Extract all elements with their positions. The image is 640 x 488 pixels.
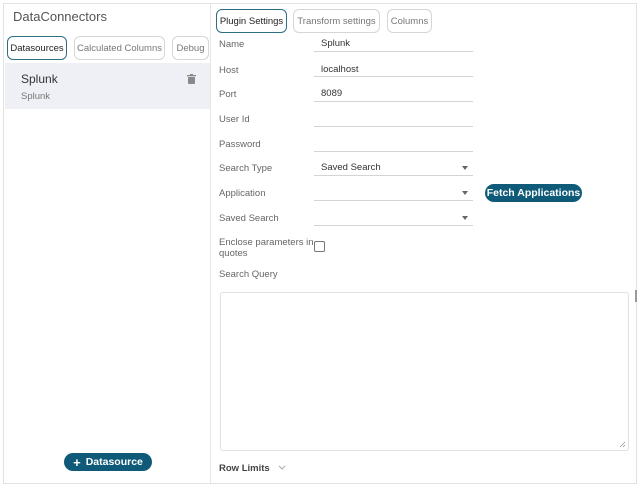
search-query-textarea[interactable]	[220, 292, 629, 451]
tab-columns[interactable]: Columns	[387, 9, 432, 33]
tab-transform-settings[interactable]: Transform settings	[293, 9, 380, 33]
name-input[interactable]	[314, 51, 473, 52]
add-datasource-button[interactable]: + Datasource	[64, 453, 152, 471]
trash-icon[interactable]	[187, 74, 196, 84]
chevron-down-icon[interactable]	[462, 191, 468, 195]
user-id-label: User Id	[219, 114, 250, 125]
password-label: Password	[219, 139, 261, 150]
enclose-label-line1: Enclose parameters in	[219, 237, 314, 248]
host-input[interactable]	[314, 76, 473, 77]
host-label: Host	[219, 65, 239, 76]
scrollbar[interactable]	[635, 290, 637, 302]
user-id-input[interactable]	[314, 126, 473, 127]
chevron-down-icon[interactable]	[462, 166, 468, 170]
plus-icon: +	[73, 454, 81, 470]
tab-plugin-settings[interactable]: Plugin Settings	[216, 9, 287, 33]
name-label: Name	[219, 39, 245, 50]
saved-search-label: Saved Search	[219, 213, 279, 224]
port-value: 8089	[321, 88, 343, 99]
datasource-type: Splunk	[21, 91, 51, 102]
enclose-parameters-checkbox[interactable]	[314, 241, 325, 252]
fetch-applications-button[interactable]: Fetch Applications	[485, 184, 582, 202]
chevron-down-icon[interactable]	[278, 465, 286, 471]
name-value: Splunk	[321, 38, 351, 49]
port-input[interactable]	[314, 101, 473, 102]
search-type-value: Saved Search	[321, 162, 381, 173]
search-query-label: Search Query	[219, 269, 278, 280]
enclose-label-line2: quotes	[219, 248, 248, 259]
datasource-name: Splunk	[21, 72, 58, 86]
panel-divider	[210, 4, 211, 483]
chevron-down-icon[interactable]	[462, 216, 468, 220]
datasource-list-item[interactable]: Splunk Splunk	[5, 63, 210, 109]
search-type-label: Search Type	[219, 163, 273, 174]
tab-calculated-columns[interactable]: Calculated Columns	[74, 36, 165, 60]
port-label: Port	[219, 89, 237, 100]
password-input[interactable]	[314, 151, 473, 152]
search-type-select[interactable]	[314, 175, 473, 176]
application-label: Application	[219, 188, 266, 199]
tab-debug[interactable]: Debug	[172, 36, 209, 60]
application-select[interactable]	[314, 200, 473, 201]
host-value: localhost	[321, 64, 359, 75]
saved-search-select[interactable]	[314, 225, 473, 226]
panel-title: DataConnectors	[13, 9, 107, 24]
tab-datasources[interactable]: Datasources	[7, 36, 67, 60]
resize-handle-icon[interactable]	[619, 441, 626, 448]
row-limits-toggle[interactable]: Row Limits	[219, 463, 270, 474]
